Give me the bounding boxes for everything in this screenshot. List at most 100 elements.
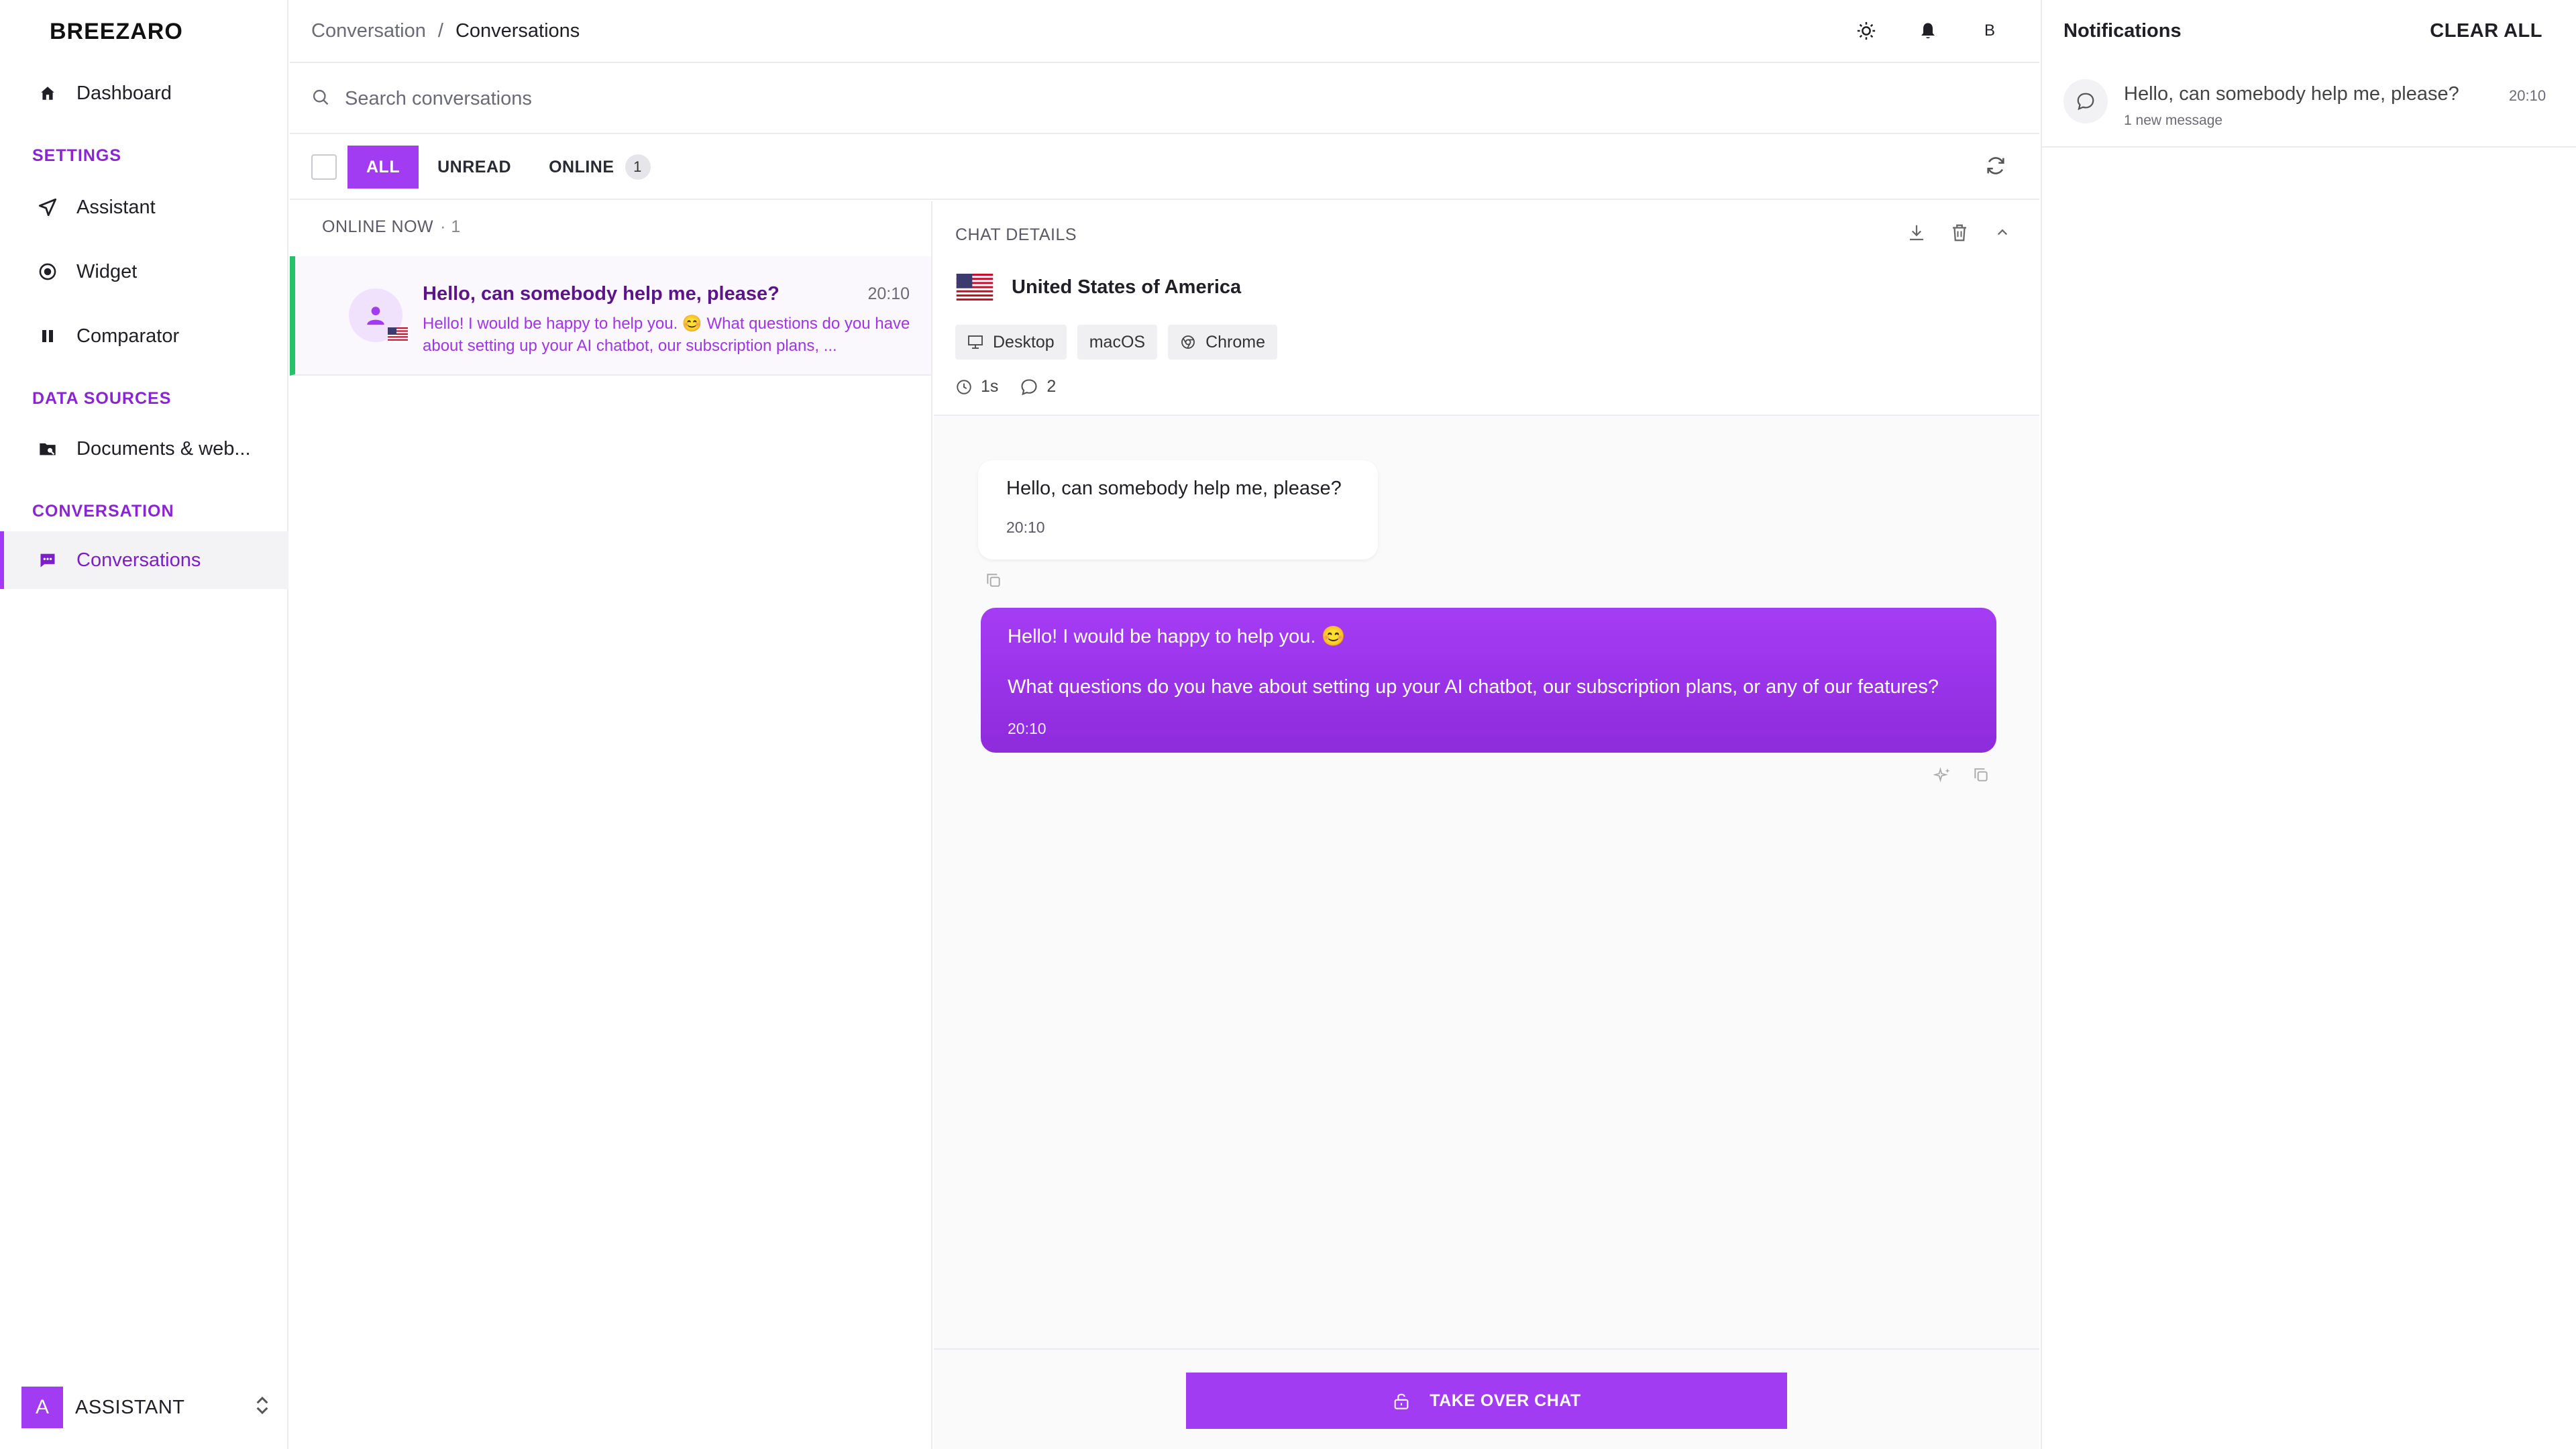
- conversation-list: ONLINE NOW · 1 Hello, can somebody help m…: [290, 201, 932, 1449]
- notifications-panel: Notifications CLEAR ALL Hello, can someb…: [2041, 0, 2576, 1449]
- online-count-badge: 1: [625, 154, 651, 180]
- widget-icon: [38, 262, 58, 282]
- account-switcher[interactable]: A ASSISTANT: [21, 1386, 270, 1429]
- search-input[interactable]: [343, 87, 1151, 111]
- conversation-time: 20:10: [867, 284, 910, 303]
- chrome-icon: [1180, 334, 1196, 350]
- top-header: Conversation / Conversations B: [290, 0, 2039, 63]
- take-over-chat-button[interactable]: TAKE OVER CHAT: [1186, 1373, 1787, 1429]
- chat-meta: 1s 2: [955, 377, 1077, 396]
- unlock-icon: [1394, 1393, 1409, 1409]
- search-bar: [290, 64, 2039, 134]
- chat-panel: CHAT DETAILS United States of America De…: [934, 201, 2039, 1449]
- sidebar-item-dashboard[interactable]: Dashboard: [0, 64, 288, 122]
- duration-value: 1s: [981, 377, 999, 396]
- app-root: BREEZARO Dashboard SETTINGS Assistant Wi…: [0, 0, 2576, 1449]
- notification-subtext: 1 new message: [2124, 113, 2223, 128]
- notification-text: Hello, can somebody help me, please?: [2124, 83, 2459, 105]
- clock-icon: [957, 379, 971, 394]
- sidebar: BREEZARO Dashboard SETTINGS Assistant Wi…: [0, 0, 288, 1449]
- message-count-stat: 2: [1020, 377, 1056, 396]
- filter-bar: ALL UNREAD ONLINE 1: [290, 136, 2039, 200]
- brand-logo[interactable]: BREEZARO: [50, 19, 183, 45]
- notification-item[interactable]: Hello, can somebody help me, please? 20:…: [2042, 64, 2576, 148]
- sidebar-item-label: Assistant: [76, 196, 156, 218]
- us-flag-icon: [388, 327, 408, 345]
- os-label: macOS: [1089, 332, 1146, 352]
- conversation-preview: Hello! I would be happy to help you. 😊 W…: [423, 315, 910, 355]
- online-now-label: ONLINE NOW: [322, 217, 434, 236]
- message-text: Hello! I would be happy to help you. 😊: [1008, 626, 1346, 647]
- send-icon: [38, 197, 58, 217]
- chat-details-label: CHAT DETAILS: [955, 225, 1077, 244]
- message-count-value: 2: [1046, 377, 1057, 396]
- bell-icon[interactable]: [1912, 15, 1944, 47]
- clear-all-button[interactable]: CLEAR ALL: [2430, 20, 2542, 42]
- section-label-settings: SETTINGS: [32, 146, 122, 165]
- us-flag-icon: [956, 274, 994, 301]
- visitor-country: United States of America: [955, 274, 1241, 301]
- sun-icon[interactable]: [1850, 15, 1882, 47]
- message-text: What questions do you have about setting…: [1008, 676, 1939, 698]
- chat-footer: TAKE OVER CHAT: [934, 1348, 2039, 1449]
- folder-search-icon: [38, 439, 58, 459]
- os-chip: macOS: [1077, 325, 1158, 360]
- copy-icon[interactable]: [985, 572, 1002, 592]
- sidebar-item-label: Widget: [76, 260, 138, 282]
- notification-time: 20:10: [2509, 87, 2546, 104]
- sidebar-item-conversations[interactable]: Conversations: [0, 531, 288, 589]
- message-time: 20:10: [1008, 720, 1046, 737]
- chevron-updown-icon: [255, 1395, 270, 1420]
- message-bubble-assistant: Hello! I would be happy to help you. 😊 W…: [981, 608, 1996, 753]
- breadcrumb-parent[interactable]: Conversation: [311, 20, 426, 42]
- duration-stat: 1s: [955, 377, 998, 396]
- message-time: 20:10: [1006, 519, 1045, 536]
- account-avatar: A: [21, 1387, 63, 1428]
- browser-label: Chrome: [1205, 332, 1265, 352]
- sidebar-item-comparator[interactable]: Comparator: [0, 307, 288, 365]
- section-label-conversation: CONVERSATION: [32, 502, 174, 521]
- search-icon: [311, 88, 330, 110]
- notifications-title: Notifications: [2063, 20, 2182, 42]
- sidebar-item-label: Dashboard: [76, 82, 172, 104]
- copy-icon[interactable]: [1972, 766, 1990, 788]
- sidebar-item-label: Documents & web...: [76, 437, 251, 460]
- columns-icon: [38, 326, 58, 346]
- trash-icon[interactable]: [1949, 223, 1970, 246]
- filter-tab-online[interactable]: ONLINE 1: [530, 146, 669, 189]
- home-icon: [38, 83, 58, 103]
- filter-tab-label: ONLINE: [549, 157, 614, 176]
- online-now-count: · 1: [440, 217, 461, 236]
- browser-chip: Chrome: [1168, 325, 1277, 360]
- breadcrumb-current: Conversations: [455, 19, 580, 42]
- message-icon: [1021, 378, 1037, 395]
- take-over-chat-label: TAKE OVER CHAT: [1430, 1391, 1581, 1410]
- chat-details: CHAT DETAILS United States of America De…: [934, 201, 2039, 416]
- monitor-icon: [967, 335, 983, 350]
- sidebar-item-widget[interactable]: Widget: [0, 243, 288, 301]
- sidebar-item-label: Comparator: [76, 325, 180, 347]
- list-item[interactable]: Hello, can somebody help me, please? 20:…: [290, 256, 931, 376]
- account-name: ASSISTANT: [75, 1396, 185, 1418]
- online-now-header: ONLINE NOW · 1: [322, 217, 461, 237]
- select-all-checkbox[interactable]: [311, 154, 337, 180]
- sparkle-icon[interactable]: [1933, 766, 1952, 788]
- breadcrumb-separator: /: [437, 19, 443, 42]
- user-avatar[interactable]: B: [1974, 15, 2006, 47]
- filter-tab-all[interactable]: ALL: [347, 146, 419, 189]
- download-icon[interactable]: [1907, 223, 1927, 246]
- device-chip: Desktop: [955, 325, 1067, 360]
- refresh-icon[interactable]: [1984, 154, 2007, 180]
- message-bubble-visitor: Hello, can somebody help me, please? 20:…: [978, 460, 1378, 559]
- sidebar-item-documents[interactable]: Documents & web...: [0, 420, 288, 478]
- section-label-data-sources: DATA SOURCES: [32, 389, 172, 408]
- conversation-title: Hello, can somebody help me, please?: [423, 283, 780, 305]
- message-text: Hello, can somebody help me, please?: [1006, 478, 1342, 499]
- chat-icon: [38, 550, 58, 570]
- sidebar-item-label: Conversations: [76, 549, 201, 571]
- filter-tab-unread[interactable]: UNREAD: [419, 146, 530, 189]
- sidebar-item-assistant[interactable]: Assistant: [0, 178, 288, 236]
- country-name: United States of America: [1012, 276, 1242, 298]
- chevron-up-icon[interactable]: [1992, 223, 2012, 246]
- user-icon: [367, 307, 384, 325]
